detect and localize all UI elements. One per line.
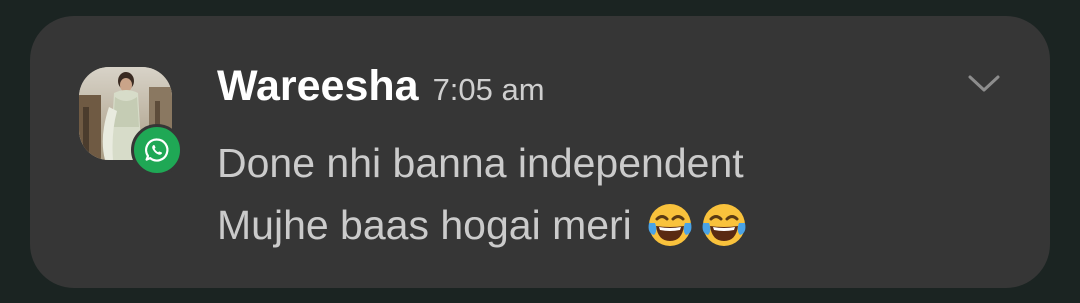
- message-body: Done nhi banna independent Mujhe baas ho…: [217, 132, 748, 256]
- chevron-down-icon[interactable]: [964, 68, 1004, 98]
- message-line: Mujhe baas hogai meri: [217, 194, 748, 256]
- message-notification[interactable]: Wareesha 7:05 am Done nhi banna independ…: [30, 16, 1050, 288]
- sender-avatar-group[interactable]: [79, 67, 183, 179]
- message-line: Done nhi banna independent: [217, 132, 748, 194]
- message-text: Done nhi banna independent: [217, 140, 744, 186]
- notification-header: Wareesha 7:05 am: [217, 62, 545, 111]
- face-with-tears-of-joy-icon: [648, 204, 692, 246]
- whatsapp-icon: [131, 124, 183, 176]
- sender-name: Wareesha: [217, 62, 419, 110]
- message-text: Mujhe baas hogai meri: [217, 202, 632, 248]
- face-with-tears-of-joy-icon: [702, 204, 746, 246]
- timestamp: 7:05 am: [432, 72, 545, 107]
